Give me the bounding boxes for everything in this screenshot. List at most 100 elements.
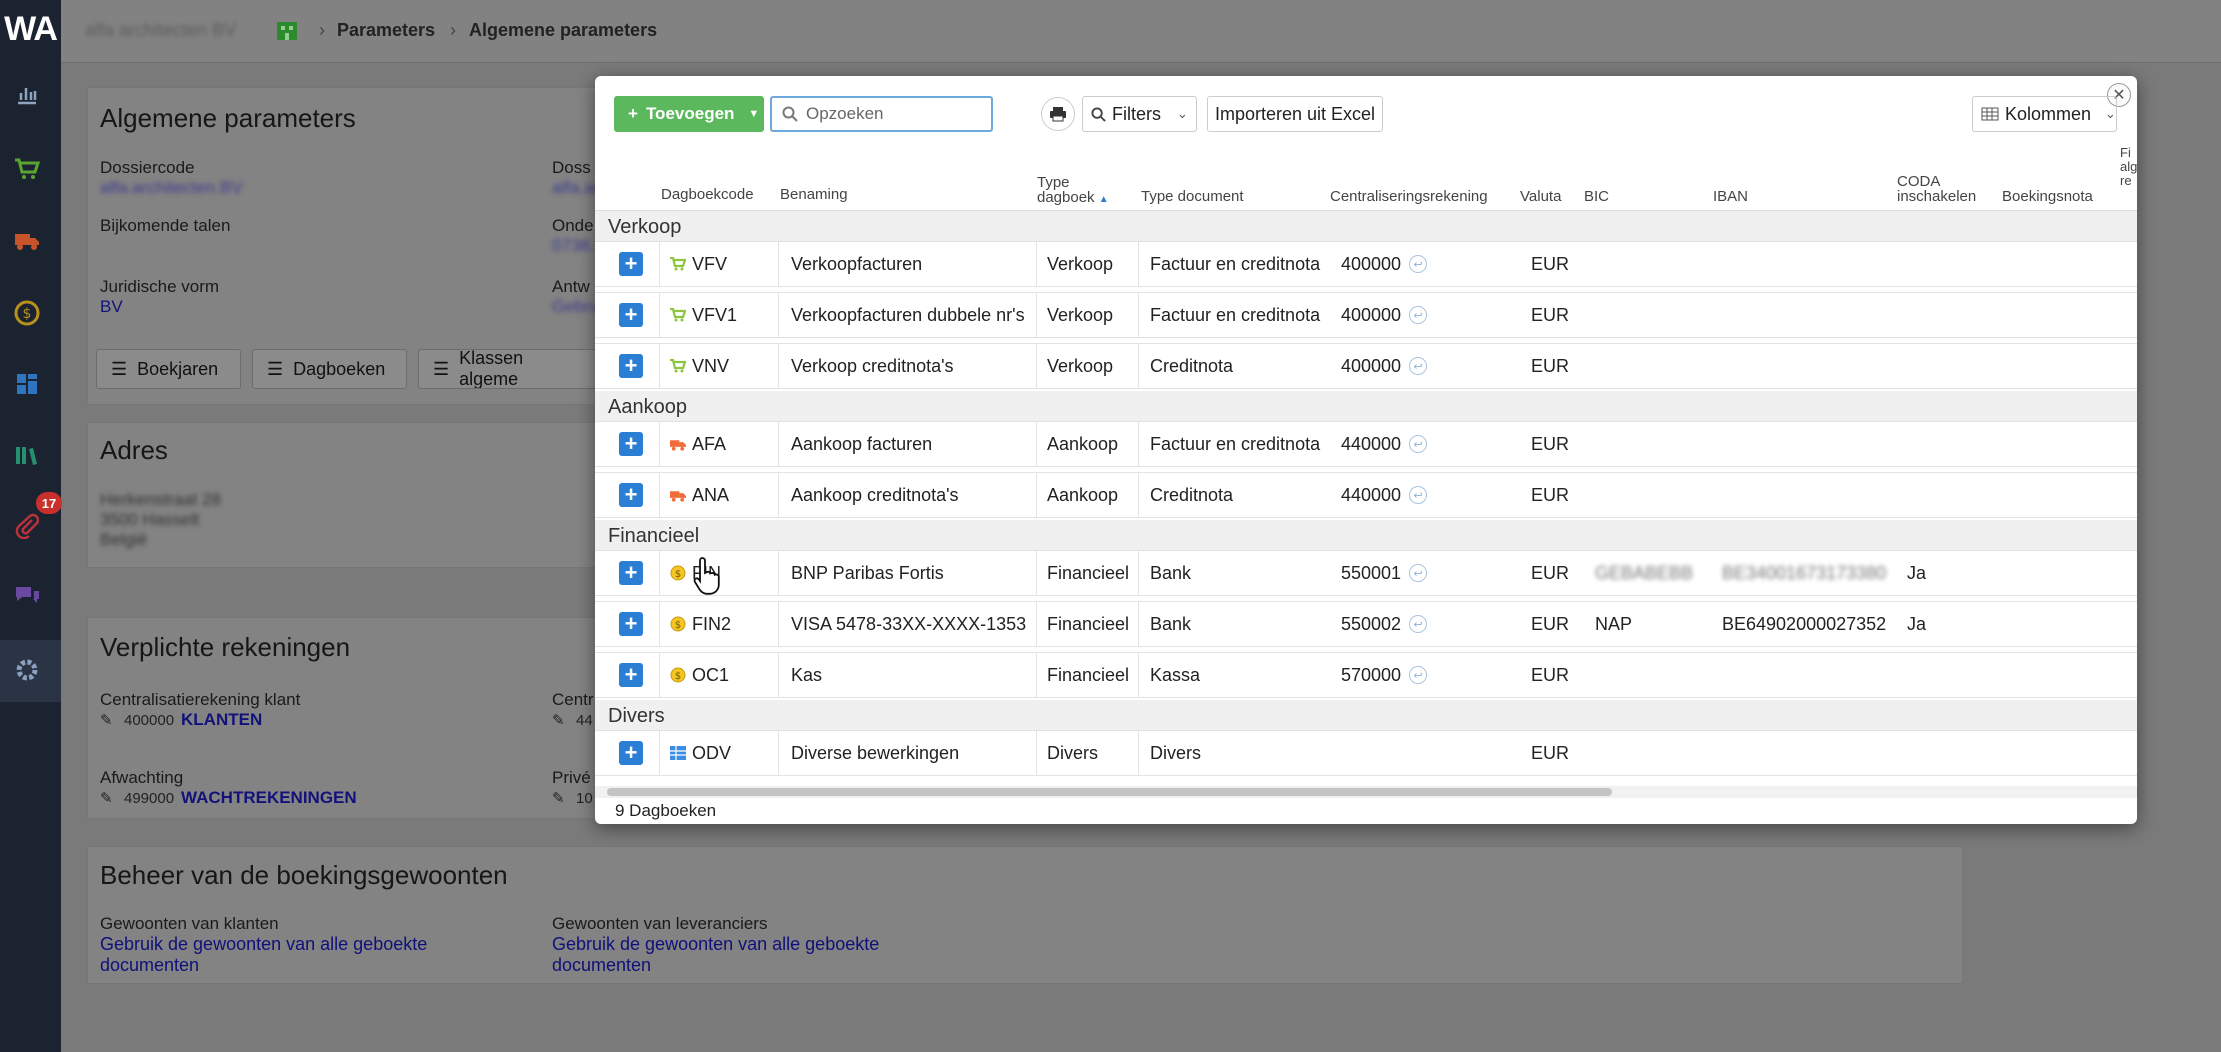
gear-icon[interactable] [13,656,41,684]
field-value[interactable]: alfa.architecten.BV [100,178,243,198]
field-label: Gewoonten van klanten [100,914,279,933]
horizontal-scroll-thumb[interactable] [607,788,1612,796]
journal-code: ODV [692,742,732,763]
classes-button[interactable]: ☰ Klassen algeme [418,349,596,389]
account-name[interactable]: WACHTREKENINGEN [181,788,357,808]
chart-icon[interactable] [13,80,41,108]
general-parameters-title: Algemene parameters [100,103,356,133]
col-header-coda[interactable]: CODA inschakelen [1897,174,1976,204]
arrow-circle-icon[interactable]: ↩ [1409,435,1428,453]
expand-plus-icon[interactable]: + [619,663,643,687]
arrow-circle-icon[interactable]: ↩ [1409,357,1428,375]
journal-code: OC1 [692,664,730,685]
journal-type: Financieel [1047,613,1130,634]
col-header-name[interactable]: Benaming [780,187,848,202]
arrow-circle-icon[interactable]: ↩ [1409,615,1428,633]
print-button[interactable] [1041,97,1075,131]
arrow-circle-icon[interactable]: ↩ [1409,564,1428,582]
list-icon: ☰ [433,358,450,379]
document-type: Factuur en creditnota [1150,433,1321,454]
truck-icon[interactable] [13,227,41,255]
field-label: Gewoonten van leveranciers [552,914,768,933]
journal-type: Verkoop [1047,304,1114,325]
cart-icon[interactable] [13,155,41,183]
pencil-icon[interactable]: ✎ [100,711,113,729]
table-row[interactable]: + $ OC1 Kas Financieel Kassa 570000 ↩ EUR [595,652,2137,698]
col-header-fi-line: Fi [2120,145,2131,160]
chat-icon[interactable] [13,583,41,611]
search-input[interactable]: Opzoeken [770,96,993,132]
table-row[interactable]: + VNV Verkoop creditnota's Verkoop Credi… [595,343,2137,389]
currency: EUR [1531,355,1570,376]
caret-down-icon[interactable]: ▼ [748,108,759,120]
arrow-circle-icon[interactable]: ↩ [1409,666,1428,684]
table-row[interactable]: + $ FIN2 VISA 5478-33XX-XXXX-1353 Financi… [595,601,2137,647]
field-label: Antw [552,277,590,296]
columns-button[interactable]: Kolommen ⌄ [1972,96,2117,132]
group-header: Financieel [595,520,2137,551]
pencil-icon[interactable]: ✎ [552,711,565,729]
field-value[interactable]: BV [100,297,123,317]
iban: BE64902000027352 [1722,613,1887,634]
col-header-code[interactable]: Dagboekcode [661,187,754,202]
dashboard-icon[interactable] [13,370,41,398]
books-icon[interactable] [13,441,41,469]
col-header-central[interactable]: Centraliseringsrekening [1330,189,1488,204]
expand-plus-icon[interactable]: + [619,612,643,636]
expand-plus-icon[interactable]: + [619,303,643,327]
col-header-fi-line: re [2120,173,2132,188]
filters-button[interactable]: Filters ⌄ [1082,96,1197,132]
supplier-habits-link[interactable]: Gebruik de gewoonten van alle geboekte d… [552,934,912,976]
svg-text:$: $ [675,569,681,580]
pencil-icon[interactable]: ✎ [100,789,113,807]
add-button[interactable]: + Toevoegen ▼ [614,96,764,132]
expand-plus-icon[interactable]: + [619,741,643,765]
pencil-icon[interactable]: ✎ [552,789,565,807]
table-row[interactable]: + AFA Aankoop facturen Aankoop Factuur e… [595,421,2137,467]
journal-name: Aankoop facturen [791,433,933,454]
col-header-type[interactable]: Type dagboek ▲ [1037,175,1109,207]
table-row[interactable]: + ANA Aankoop creditnota's Aankoop Credi… [595,472,2137,518]
expand-plus-icon[interactable]: + [619,432,643,456]
import-excel-button[interactable]: Importeren uit Excel [1207,96,1383,132]
breadcrumb-parameters[interactable]: Parameters [337,20,435,41]
coin-icon: $ [670,667,686,683]
journals-button[interactable]: ☰ Dagboeken [252,349,407,389]
company-building-icon[interactable] [274,16,300,47]
expand-plus-icon[interactable]: + [619,561,643,585]
table-row[interactable]: + VFV Verkoopfacturen Verkoop Factuur en… [595,241,2137,287]
col-header-doc[interactable]: Type document [1141,189,1244,204]
customer-habits-link[interactable]: Gebruik de gewoonten van alle geboekte d… [100,934,460,976]
table-row[interactable]: + ODV Diverse bewerkingen Divers Divers … [595,730,2137,776]
col-header-bic[interactable]: BIC [1584,189,1609,204]
fiscal-years-button[interactable]: ☰ Boekjaren [96,349,241,389]
expand-plus-icon[interactable]: + [619,354,643,378]
arrow-circle-icon[interactable]: ↩ [1409,306,1428,324]
arrow-circle-icon[interactable]: ↩ [1409,486,1428,504]
col-header-fi[interactable]: Fi alg re [2120,146,2137,188]
coin-icon: $ [670,616,686,632]
expand-plus-icon[interactable]: + [619,252,643,276]
central-account: 570000 [1341,664,1402,685]
journal-name: Verkoop creditnota's [791,355,954,376]
currency: EUR [1531,253,1570,274]
account-name[interactable]: KLANTEN [181,710,262,730]
currency: EUR [1531,742,1570,763]
breadcrumb-company[interactable]: alfa architecten BV [85,20,236,41]
account-code: 10 [576,790,593,807]
col-header-coda-line: inschakelen [1897,188,1977,205]
coin-icon[interactable]: $ [13,299,41,327]
journal-name: Aankoop creditnota's [791,484,959,505]
grid-icon [670,745,686,761]
group-label: Aankoop [608,396,687,418]
col-header-note[interactable]: Boekingsnota [2002,189,2093,204]
col-header-iban[interactable]: IBAN [1713,189,1748,204]
document-type: Bank [1150,613,1192,634]
arrow-circle-icon[interactable]: ↩ [1409,255,1428,273]
col-header-currency[interactable]: Valuta [1520,189,1561,204]
table-row[interactable]: + $FIN BNP Paribas Fortis Financieel Ban… [595,550,2137,596]
expand-plus-icon[interactable]: + [619,483,643,507]
paperclip-icon[interactable] [13,512,41,540]
table-row[interactable]: + VFV1 Verkoopfacturen dubbele nr's Verk… [595,292,2137,338]
coin-icon: $ [670,565,686,581]
